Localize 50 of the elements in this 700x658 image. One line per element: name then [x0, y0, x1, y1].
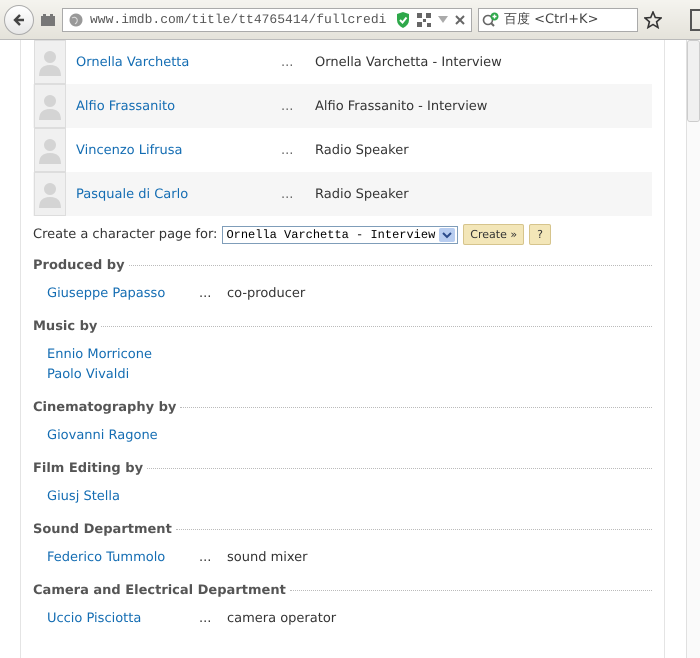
actor-link[interactable]: Alfio Frassanito — [76, 98, 281, 114]
scrollbar-thumb[interactable] — [687, 40, 700, 122]
crew-link[interactable]: Ennio Morricone — [47, 346, 199, 362]
credit-role: co-producer — [227, 286, 306, 300]
actor-link[interactable]: Ornella Varchetta — [76, 54, 281, 70]
crew-link[interactable]: Giusj Stella — [47, 488, 199, 504]
crew-link[interactable]: Giuseppe Papasso — [47, 286, 199, 300]
character-name: Radio Speaker — [315, 142, 409, 158]
section-heading: Cinematography by — [33, 400, 176, 414]
section-heading: Produced by — [33, 258, 125, 272]
section-heading: Sound Department — [33, 522, 172, 536]
crew-link[interactable]: Paolo Vivaldi — [47, 366, 199, 382]
scrollbar[interactable] — [686, 40, 700, 658]
back-button[interactable] — [4, 4, 34, 34]
section-heading: Music by — [33, 318, 98, 334]
shield-icon[interactable] — [396, 12, 410, 28]
character-name: Alfio Frassanito - Interview — [315, 98, 488, 114]
qr-code-icon[interactable] — [417, 12, 431, 26]
avatar-silhouette — [34, 40, 66, 84]
search-field[interactable]: 百度 <Ctrl+K> — [478, 8, 638, 32]
star-icon[interactable] — [644, 10, 662, 28]
back-arrow-icon — [11, 12, 27, 28]
close-icon[interactable] — [455, 14, 465, 24]
ellipsis: ... — [199, 286, 212, 300]
character-page-label: Create a character page for: — [33, 227, 218, 242]
character-name: Radio Speaker — [315, 186, 409, 202]
ellipsis: ... — [281, 186, 294, 202]
character-select[interactable]: Ornella Varchetta - Interview — [222, 226, 458, 244]
help-button[interactable]: ? — [529, 224, 551, 245]
avatar-silhouette — [34, 128, 66, 172]
actor-link[interactable]: Vincenzo Lifrusa — [76, 142, 281, 158]
grid-icon[interactable] — [40, 12, 56, 26]
url-text: www.imdb.com/title/tt4765414/fullcredi — [90, 12, 388, 27]
character-name: Ornella Varchetta - Interview — [315, 54, 502, 70]
ellipsis: ... — [281, 54, 294, 70]
ellipsis: ... — [281, 142, 294, 158]
create-button[interactable]: Create » — [463, 224, 524, 245]
crew-link[interactable]: Uccio Pisciotta — [47, 610, 199, 626]
actor-link[interactable]: Pasquale di Carlo — [76, 186, 281, 202]
ellipsis: ... — [199, 550, 212, 564]
crew-link[interactable]: Giovanni Ragone — [47, 428, 199, 442]
credit-role: camera operator — [227, 610, 336, 626]
credit-role: sound mixer — [227, 550, 308, 564]
section-heading: Camera and Electrical Department — [33, 582, 286, 598]
crew-link[interactable]: Federico Tummolo — [47, 550, 199, 564]
address-bar[interactable]: www.imdb.com/title/tt4765414/fullcredi — [62, 8, 472, 32]
ellipsis: ... — [281, 98, 294, 114]
chevron-down-icon — [439, 228, 456, 242]
ellipsis: ... — [199, 610, 212, 626]
section-heading: Film Editing by — [33, 460, 144, 476]
